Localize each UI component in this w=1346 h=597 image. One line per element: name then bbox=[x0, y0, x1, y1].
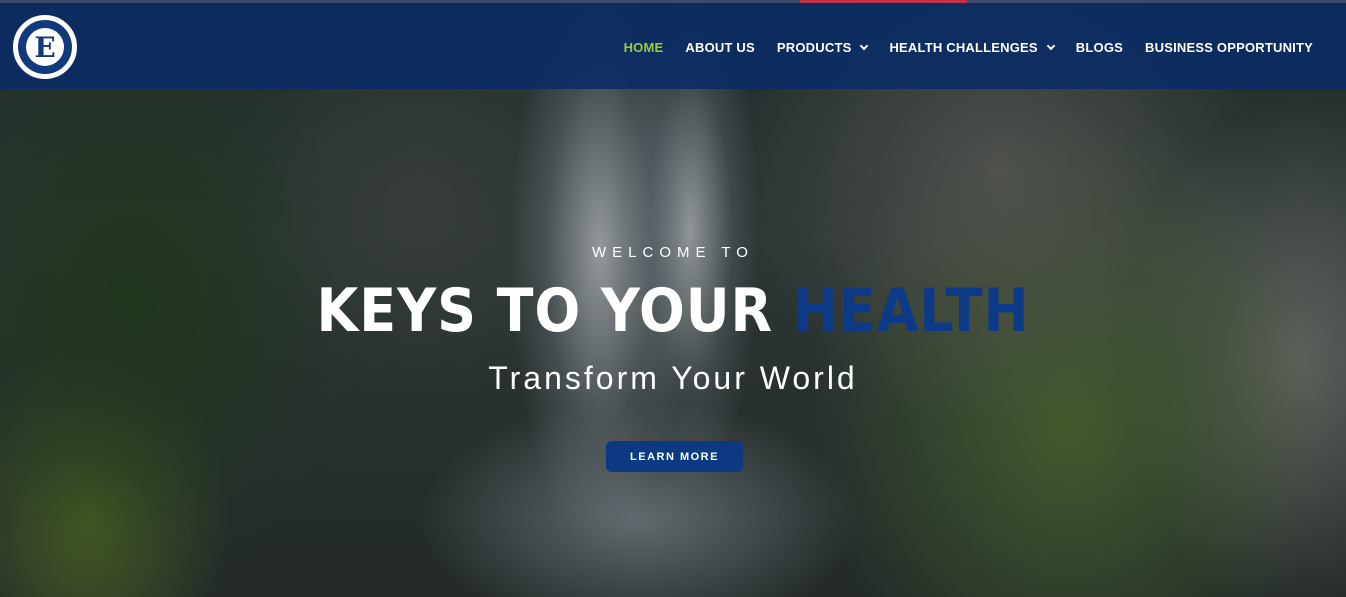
chevron-down-icon bbox=[860, 41, 869, 51]
headline-white-part: KEYS TO YOUR bbox=[316, 276, 793, 346]
nav-item-label: ABOUT US bbox=[685, 40, 755, 55]
main-nav: HOME ABOUT US PRODUCTS HEALTH CHALLENGES… bbox=[624, 40, 1313, 55]
hero-content: WELCOME TO KEYS TO YOUR HEALTH Transform… bbox=[0, 0, 1346, 597]
logo-letter-icon: E bbox=[26, 28, 64, 66]
hero-welcome-text: WELCOME TO bbox=[592, 244, 754, 261]
hero-headline: KEYS TO YOUR HEALTH bbox=[67, 276, 1278, 346]
header-accent-line bbox=[800, 0, 967, 3]
chevron-down-icon bbox=[1046, 41, 1056, 51]
site-header: E HOME ABOUT US PRODUCTS HEALTH CHALLENG… bbox=[0, 0, 1346, 89]
nav-item-home[interactable]: HOME bbox=[624, 40, 664, 55]
logo-ring: E bbox=[18, 20, 72, 74]
nav-item-label: HOME bbox=[623, 40, 664, 55]
nav-item-label: BLOGS bbox=[1075, 40, 1124, 55]
site-logo[interactable]: E bbox=[13, 15, 77, 79]
nav-item-blogs[interactable]: BLOGS bbox=[1076, 40, 1123, 55]
nav-item-about-us[interactable]: ABOUT US bbox=[685, 40, 755, 55]
learn-more-button[interactable]: LEARN MORE bbox=[606, 441, 743, 472]
nav-item-business-opportunity[interactable]: BUSINESS OPPORTUNITY bbox=[1145, 40, 1313, 55]
hero-tagline: Transform Your World bbox=[488, 360, 858, 396]
nav-item-label: PRODUCTS bbox=[776, 40, 852, 55]
nav-item-health-challenges[interactable]: HEALTH CHALLENGES bbox=[889, 40, 1056, 55]
nav-item-products[interactable]: PRODUCTS bbox=[776, 40, 869, 55]
nav-item-label: HEALTH CHALLENGES bbox=[889, 40, 1038, 55]
headline-accent-part: HEALTH bbox=[792, 276, 1030, 346]
nav-item-label: BUSINESS OPPORTUNITY bbox=[1145, 40, 1313, 55]
